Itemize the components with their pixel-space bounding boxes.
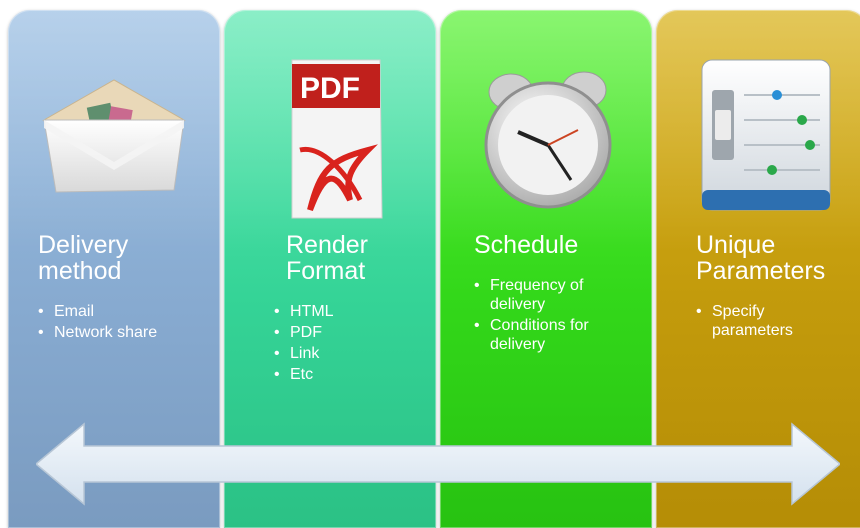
settings-sliders-icon xyxy=(701,59,831,211)
panel-title: Delivery method xyxy=(38,231,129,285)
bullet-item: Specify parameters xyxy=(696,302,860,340)
bullet-item: HTML xyxy=(274,302,436,321)
bullet-list: Specify parameters xyxy=(696,302,860,342)
pdf-document-icon: PDF xyxy=(291,59,383,219)
alarm-clock-icon xyxy=(484,71,612,209)
bullet-item: Network share xyxy=(38,323,213,342)
bullet-item: Email xyxy=(38,302,213,321)
bullet-item: Conditions for delivery xyxy=(474,316,649,354)
bullet-item: Link xyxy=(274,344,436,363)
bullet-item: PDF xyxy=(274,323,436,342)
bullet-list: HTML PDF Link Etc xyxy=(274,302,436,386)
panel-title: Schedule xyxy=(474,231,579,259)
panel-title: Render Format xyxy=(286,231,368,285)
bullet-item: Frequency of delivery xyxy=(474,276,649,314)
bullet-list: Frequency of delivery Conditions for del… xyxy=(474,276,649,356)
panel-title: Unique Parameters xyxy=(696,231,826,285)
envelope-icon xyxy=(42,79,186,193)
pdf-label: PDF xyxy=(300,72,360,105)
bullet-item: Etc xyxy=(274,365,436,384)
double-headed-arrow-icon xyxy=(36,422,840,506)
bullet-list: Email Network share xyxy=(38,302,213,344)
